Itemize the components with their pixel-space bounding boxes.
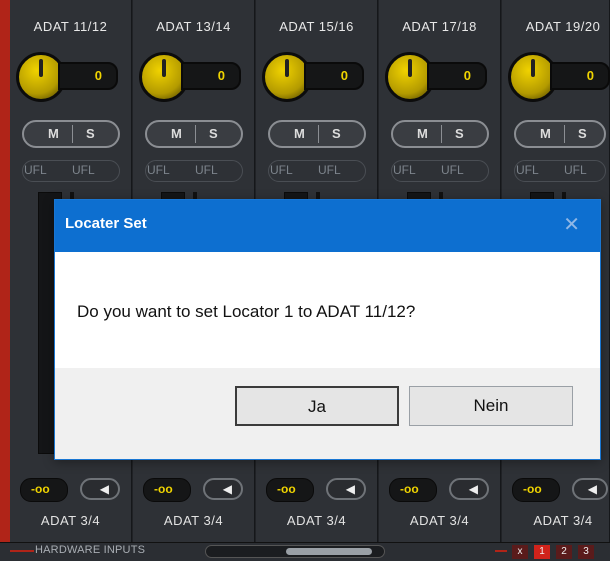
ufl-right-button[interactable]: UFL bbox=[441, 163, 464, 177]
ms-divider bbox=[195, 125, 196, 143]
ms-divider bbox=[318, 125, 319, 143]
pan-value: -oo bbox=[154, 482, 173, 496]
channel-title: ADAT 13/14 bbox=[156, 19, 231, 34]
locater-set-dialog: Locater Set ✕ Do you want to set Locator… bbox=[54, 199, 601, 460]
pan-display: -oo bbox=[389, 478, 437, 502]
ufl-right-button[interactable]: UFL bbox=[564, 163, 587, 177]
mute-button[interactable]: M bbox=[171, 126, 182, 141]
footer-section-label: HARDWARE INPUTS bbox=[35, 544, 146, 556]
pan-value: -oo bbox=[277, 482, 296, 496]
ufl-right-button[interactable]: UFL bbox=[195, 163, 218, 177]
mute-solo-group: M S bbox=[145, 120, 243, 148]
mixer-footer: HARDWARE INPUTS x 1 2 3 bbox=[0, 542, 610, 561]
pan-display: -oo bbox=[143, 478, 191, 502]
gain-value: 0 bbox=[340, 68, 348, 83]
gain-value: 0 bbox=[217, 68, 225, 83]
pan-left-button[interactable]: ◀ bbox=[203, 478, 243, 500]
routing-label[interactable]: ADAT 3/4 bbox=[502, 513, 610, 528]
solo-button[interactable]: S bbox=[332, 126, 341, 141]
pan-left-button[interactable]: ◀ bbox=[449, 478, 489, 500]
mute-solo-group: M S bbox=[22, 120, 120, 148]
gain-value: 0 bbox=[463, 68, 471, 83]
pan-left-button[interactable]: ◀ bbox=[80, 478, 120, 500]
gain-value: 0 bbox=[586, 68, 594, 83]
close-icon[interactable]: ✕ bbox=[563, 212, 580, 237]
gain-display: 0 bbox=[550, 62, 610, 90]
channel-title: ADAT 15/16 bbox=[279, 19, 354, 34]
pan-left-button[interactable]: ◀ bbox=[326, 478, 366, 500]
routing-label[interactable]: ADAT 3/4 bbox=[379, 513, 500, 528]
footer-red-line-right bbox=[495, 550, 507, 552]
ms-divider bbox=[564, 125, 565, 143]
gain-display: 0 bbox=[58, 62, 118, 90]
scrollbar-thumb[interactable] bbox=[286, 548, 372, 555]
pan-display: -oo bbox=[512, 478, 560, 502]
ufl-right-button[interactable]: UFL bbox=[72, 163, 95, 177]
mute-button[interactable]: M bbox=[417, 126, 428, 141]
mute-solo-group: M S bbox=[391, 120, 489, 148]
indicator-close[interactable]: x bbox=[512, 545, 528, 559]
gain-display: 0 bbox=[304, 62, 364, 90]
no-button[interactable]: Nein bbox=[409, 386, 573, 426]
gain-display: 0 bbox=[427, 62, 487, 90]
ufl-right-button[interactable]: UFL bbox=[318, 163, 341, 177]
ufl-left-button[interactable]: UFL bbox=[270, 163, 293, 177]
ufl-left-button[interactable]: UFL bbox=[516, 163, 539, 177]
solo-button[interactable]: S bbox=[209, 126, 218, 141]
pan-value: -oo bbox=[31, 482, 50, 496]
indicator-1[interactable]: 1 bbox=[534, 545, 550, 559]
pan-value: -oo bbox=[400, 482, 419, 496]
routing-label[interactable]: ADAT 3/4 bbox=[10, 513, 131, 528]
ufl-left-button[interactable]: UFL bbox=[147, 163, 170, 177]
solo-button[interactable]: S bbox=[86, 126, 95, 141]
routing-label[interactable]: ADAT 3/4 bbox=[133, 513, 254, 528]
mute-button[interactable]: M bbox=[294, 126, 305, 141]
indicator-2[interactable]: 2 bbox=[556, 545, 572, 559]
pan-value: -oo bbox=[523, 482, 542, 496]
ufl-left-button[interactable]: UFL bbox=[393, 163, 416, 177]
mute-button[interactable]: M bbox=[48, 126, 59, 141]
channel-title: ADAT 17/18 bbox=[402, 19, 477, 34]
pan-left-button[interactable]: ◀ bbox=[572, 478, 608, 500]
ms-divider bbox=[441, 125, 442, 143]
dialog-message: Do you want to set Locator 1 to ADAT 11/… bbox=[77, 302, 416, 321]
dialog-title: Locater Set bbox=[65, 215, 147, 232]
mute-solo-group: M S bbox=[514, 120, 606, 148]
routing-label[interactable]: ADAT 3/4 bbox=[256, 513, 377, 528]
indicator-3[interactable]: 3 bbox=[578, 545, 594, 559]
footer-indicators: x 1 2 3 bbox=[512, 545, 610, 559]
horizontal-scrollbar[interactable] bbox=[205, 545, 385, 558]
mute-button[interactable]: M bbox=[540, 126, 551, 141]
channel-title: ADAT 19/20 bbox=[525, 19, 601, 34]
gain-value: 0 bbox=[94, 68, 102, 83]
pan-display: -oo bbox=[266, 478, 314, 502]
gain-display: 0 bbox=[181, 62, 241, 90]
solo-button[interactable]: S bbox=[578, 126, 587, 141]
dialog-titlebar: Locater Set ✕ bbox=[55, 200, 600, 252]
mute-solo-group: M S bbox=[268, 120, 366, 148]
footer-red-line bbox=[10, 550, 34, 552]
channel-title: ADAT 11/12 bbox=[33, 19, 108, 34]
ms-divider bbox=[72, 125, 73, 143]
left-red-bar bbox=[0, 0, 10, 560]
yes-button[interactable]: Ja bbox=[235, 386, 399, 426]
solo-button[interactable]: S bbox=[455, 126, 464, 141]
ufl-left-button[interactable]: UFL bbox=[24, 163, 47, 177]
pan-display: -oo bbox=[20, 478, 68, 502]
